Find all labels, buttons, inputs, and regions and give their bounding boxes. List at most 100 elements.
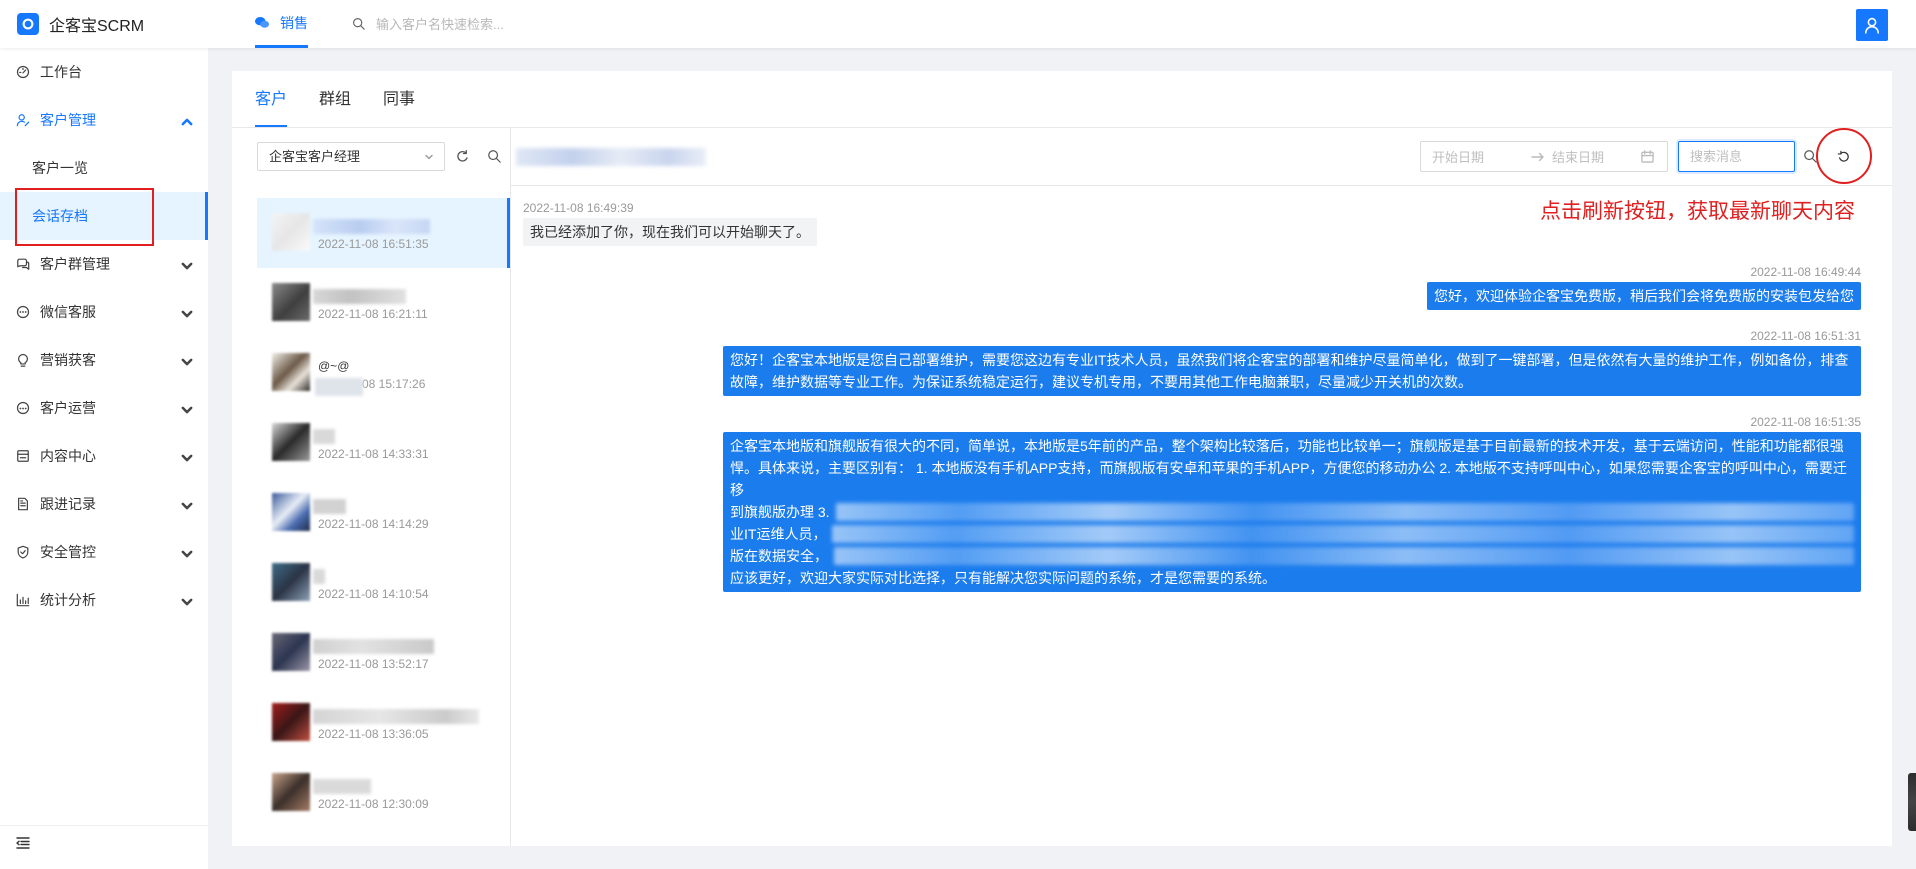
global-search-input[interactable] [376, 12, 696, 36]
sidebar-item-security[interactable]: 安全管控 [0, 528, 208, 576]
tab-customers[interactable]: 客户 [255, 71, 288, 127]
avatar [272, 423, 310, 461]
avatar [272, 283, 310, 321]
avatar [272, 773, 310, 811]
message-outgoing: 2022-11-08 16:51:35 企客宝本地版和旗舰版有很大的不同，简单说… [523, 414, 1861, 592]
conversation-panel: 2022-11-08 16:49:39 我已经添加了你，现在我们可以开始聊天了。… [511, 128, 1892, 846]
message-timestamp: 2022-11-08 16:49:39 [523, 201, 634, 215]
sidebar-item-label: 跟进记录 [40, 496, 96, 512]
operation-icon [16, 401, 30, 415]
search-icon[interactable] [487, 149, 501, 163]
calendar-icon [1641, 150, 1654, 163]
message-search-input[interactable] [1678, 141, 1795, 172]
list-item[interactable]: 2022-11-08 16:21:11 [257, 268, 510, 338]
message-bubble: 企客宝本地版和旗舰版有很大的不同，简单说，本地版是5年前的产品，整个架构比较落后… [723, 432, 1861, 592]
refresh-icon[interactable] [455, 149, 470, 164]
sidebar-item-wechat-service[interactable]: 微信客服 [0, 288, 208, 336]
sidebar-item-marketing[interactable]: 营销获客 [0, 336, 208, 384]
top-tab-sales[interactable]: 销售 [255, 0, 308, 48]
sidebar-item-workbench[interactable]: 工作台 [0, 48, 208, 96]
message-line: 悍。具体来说，主要区别有： 1. 本地版没有手机APP支持，而旗舰版有安卓和苹果… [730, 460, 1847, 498]
list-item[interactable]: 2022-11-08 16:51:35 [257, 198, 510, 268]
list-item[interactable]: 2022-11-08 13:52:17 [257, 618, 510, 688]
start-date-input[interactable] [1432, 148, 1522, 166]
avatar [272, 213, 310, 251]
shield-icon [16, 545, 30, 559]
message-icon [16, 305, 30, 319]
chevron-down-icon [180, 547, 194, 561]
redacted-name [313, 289, 406, 304]
sidebar-item-group-management[interactable]: 客户群管理 [0, 240, 208, 288]
customer-list-panel: 企客宝客户经理 2022-11-08 16:51:35 2022-11-08 1… [232, 128, 511, 846]
redacted-name [313, 429, 335, 444]
end-date-input[interactable] [1552, 148, 1632, 166]
tab-colleagues[interactable]: 同事 [383, 71, 415, 127]
dashboard-icon [16, 65, 30, 79]
top-header: 企客宝SCRM 销售 [0, 0, 1916, 48]
last-message-time: 2022-11-08 14:33:31 [318, 447, 429, 461]
redacted-name [313, 779, 371, 794]
app-logo[interactable]: 企客宝SCRM [17, 0, 144, 48]
list-item[interactable]: 2022-11-08 12:30:09 [257, 758, 510, 828]
sidebar-item-label: 内容中心 [40, 448, 96, 464]
list-item[interactable]: 2022-11-08 14:33:31 [257, 408, 510, 478]
list-item[interactable]: 2022-11-08 14:14:29 [257, 478, 510, 548]
chevron-down-icon [180, 595, 194, 609]
message-line-text: 版在数据安全， [730, 548, 828, 564]
sidebar-item-content-center[interactable]: 内容中心 [0, 432, 208, 480]
chevron-down-icon [180, 499, 194, 513]
sidebar-item-label: 微信客服 [40, 304, 96, 320]
record-icon [16, 497, 30, 511]
message-list: 2022-11-08 16:49:39 我已经添加了你，现在我们可以开始聊天了。… [523, 186, 1861, 610]
user-icon [16, 113, 30, 127]
redacted-text [832, 525, 1854, 543]
staff-select[interactable]: 企客宝客户经理 [257, 142, 445, 171]
chevron-down-icon [180, 307, 194, 321]
avatar [272, 633, 310, 671]
annotation-circle [1816, 128, 1872, 184]
sidebar-item-customer-management[interactable]: 客户管理 [0, 96, 208, 144]
chevron-down-icon [180, 403, 194, 417]
menu-collapse-icon[interactable] [16, 837, 30, 849]
sidebar-item-follow-up[interactable]: 跟进记录 [0, 480, 208, 528]
sidebar-item-statistics[interactable]: 统计分析 [0, 576, 208, 624]
user-avatar[interactable] [1856, 9, 1888, 41]
redacted-text [835, 503, 1854, 521]
sidebar-item-customer-operation[interactable]: 客户运营 [0, 384, 208, 432]
sidebar-item-label: 营销获客 [40, 352, 96, 368]
redacted-name [313, 499, 346, 514]
tab-groups[interactable]: 群组 [319, 71, 351, 127]
list-item[interactable]: @~@ -08 15:17:26 [257, 338, 510, 408]
sidebar-divider [0, 825, 208, 826]
store-icon [16, 449, 30, 463]
sidebar-item-label: 安全管控 [40, 544, 96, 560]
message-line-text: 到旗舰版办理 3. [730, 504, 830, 520]
redacted-area [315, 378, 363, 396]
app-name: 企客宝SCRM [49, 18, 145, 35]
avatar [272, 703, 310, 741]
chevron-down-icon [180, 259, 194, 273]
redacted-name [313, 569, 325, 584]
customer-name: @~@ [318, 359, 350, 373]
message-line: 到旗舰版办理 3. [730, 501, 1854, 523]
search-icon[interactable] [1803, 149, 1817, 163]
sidebar-item-label: 客户运营 [40, 400, 96, 416]
side-float-tab[interactable] [1908, 773, 1916, 831]
last-message-time: 2022-11-08 14:10:54 [318, 587, 429, 601]
date-range-picker[interactable] [1420, 141, 1668, 172]
message-line: 应该更好，欢迎大家实际对比选择，只有能解决您实际问题的系统，才是您需要的系统。 [730, 570, 1276, 586]
message-outgoing: 2022-11-08 16:51:31 您好！企客宝本地版是您自己部署维护，需要… [523, 328, 1861, 396]
list-item[interactable]: 2022-11-08 14:10:54 [257, 548, 510, 618]
session-archive-panel: 客户 群组 同事 企客宝客户经理 2022-11-08 16:51:35 202… [232, 71, 1892, 846]
message-line: 企客宝本地版和旗舰版有很大的不同，简单说，本地版是5年前的产品，整个架构比较落后… [730, 438, 1844, 454]
sidebar-item-label: 统计分析 [40, 592, 96, 608]
sidebar-item-customer-list[interactable]: 客户一览 [0, 144, 208, 192]
customer-list: 2022-11-08 16:51:35 2022-11-08 16:21:11 … [257, 198, 510, 828]
user-icon [1863, 16, 1881, 34]
last-message-time: 2022-11-08 16:21:11 [318, 307, 428, 321]
chevron-up-icon [180, 115, 194, 129]
last-message-time: -08 15:17:26 [358, 377, 426, 391]
sidebar-item-label: 客户管理 [40, 112, 96, 128]
list-item[interactable]: 2022-11-08 13:36:05 [257, 688, 510, 758]
annotation-text: 点击刷新按钮，获取最新聊天内容 [1540, 200, 1855, 223]
